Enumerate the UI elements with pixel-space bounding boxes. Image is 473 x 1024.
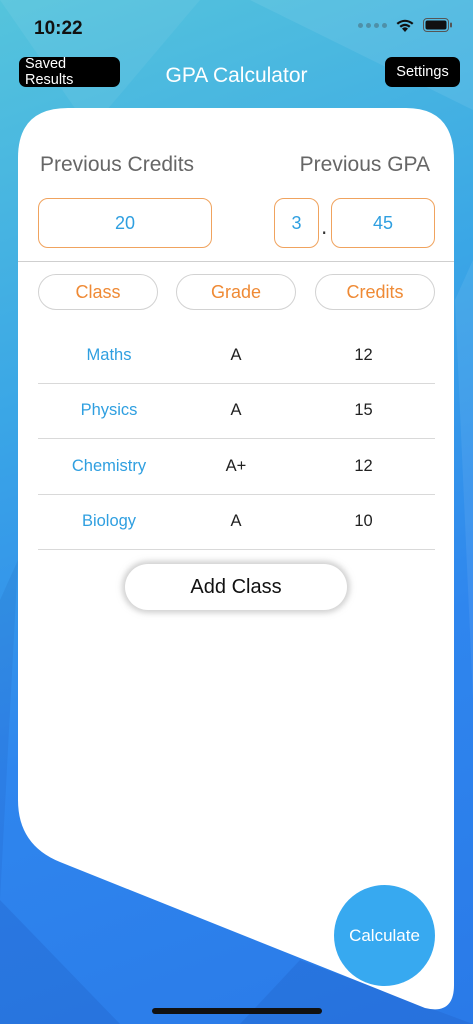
row-grade[interactable]: A+: [180, 457, 292, 476]
row-grade[interactable]: A: [180, 401, 292, 420]
table-row[interactable]: Maths A 12: [38, 328, 435, 384]
column-header-grade[interactable]: Grade: [176, 274, 296, 310]
calculate-button[interactable]: Calculate: [334, 885, 435, 986]
class-list: Maths A 12 Physics A 15 Chemistry A+ 12 …: [38, 328, 435, 550]
row-grade[interactable]: A: [180, 512, 292, 531]
home-indicator: [152, 1008, 322, 1014]
table-row[interactable]: Chemistry A+ 12: [38, 439, 435, 495]
table-row[interactable]: Biology A 10: [38, 495, 435, 550]
row-class[interactable]: Physics: [38, 401, 180, 420]
row-grade[interactable]: A: [180, 346, 292, 365]
section-divider: [18, 261, 454, 262]
previous-gpa-integer-input[interactable]: 3: [274, 198, 319, 248]
column-header-class[interactable]: Class: [38, 274, 158, 310]
row-class[interactable]: Chemistry: [38, 457, 180, 476]
gpa-decimal-point: .: [321, 215, 328, 239]
wifi-icon: [396, 19, 414, 32]
row-credits[interactable]: 10: [292, 512, 435, 531]
previous-gpa-decimal-input[interactable]: 45: [331, 198, 435, 248]
signal-icon: [358, 23, 387, 28]
row-class[interactable]: Biology: [38, 512, 180, 531]
row-credits[interactable]: 12: [292, 346, 435, 365]
settings-button[interactable]: Settings: [385, 57, 460, 87]
add-class-button[interactable]: Add Class: [125, 564, 347, 610]
status-bar: 10:22: [0, 0, 473, 58]
status-time: 10:22: [34, 18, 83, 39]
battery-icon: [423, 18, 452, 32]
status-icons: [358, 18, 453, 33]
row-credits[interactable]: 15: [292, 401, 435, 420]
column-header-credits[interactable]: Credits: [315, 274, 435, 310]
previous-credits-label: Previous Credits: [40, 153, 195, 176]
previous-credits-input[interactable]: 20: [38, 198, 212, 248]
row-class[interactable]: Maths: [38, 346, 180, 365]
row-credits[interactable]: 12: [292, 457, 435, 476]
previous-gpa-label: Previous GPA: [299, 153, 430, 176]
table-row[interactable]: Physics A 15: [38, 384, 435, 439]
